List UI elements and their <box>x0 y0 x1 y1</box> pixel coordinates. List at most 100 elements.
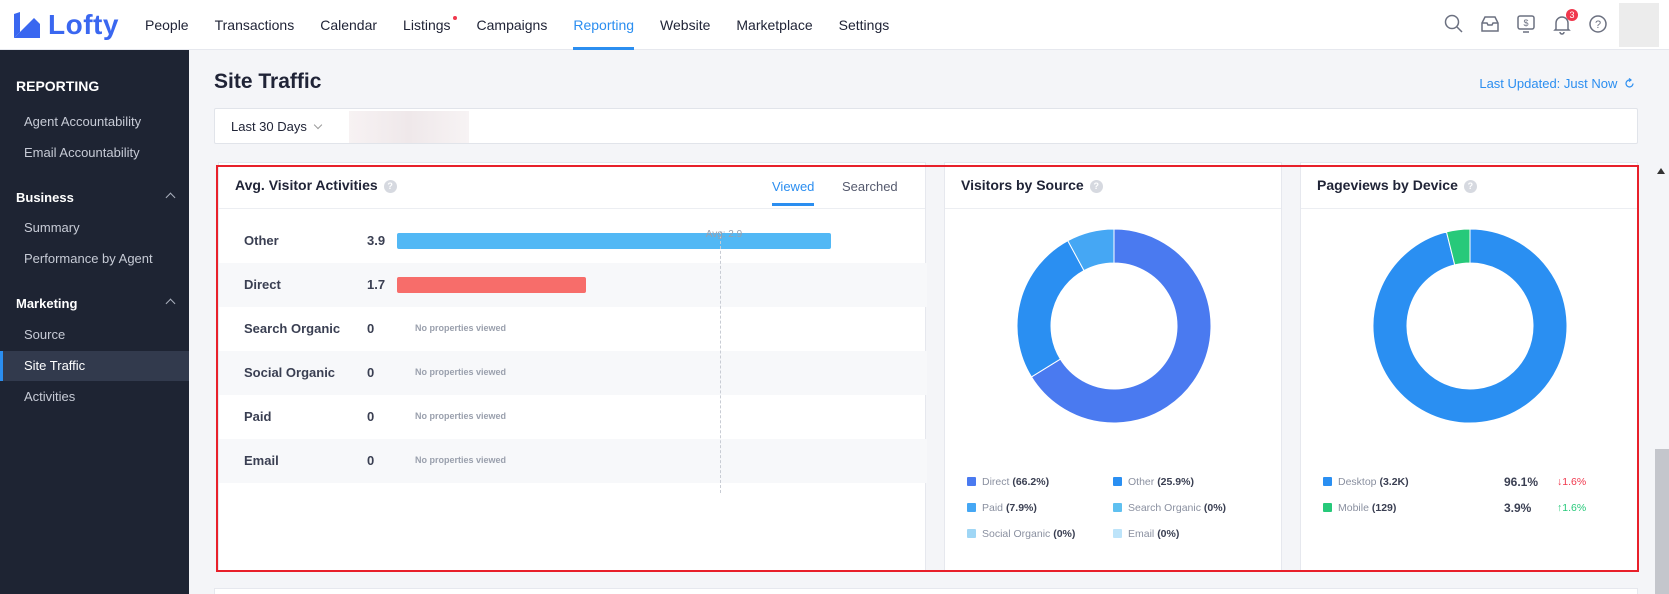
nav-item-settings[interactable]: Settings <box>839 0 890 50</box>
scroll-up-arrow-icon[interactable] <box>1657 168 1665 174</box>
legend-item[interactable]: Paid (7.9%) <box>967 502 1037 514</box>
device-change: ↑1.6% <box>1557 502 1586 514</box>
legend-item[interactable]: Direct (66.2%) <box>967 476 1049 488</box>
legend-name: Mobile <box>1338 502 1369 514</box>
last-updated[interactable]: Last Updated: Just Now <box>1479 76 1635 91</box>
help-icon[interactable]: ? <box>1463 180 1477 193</box>
nav-item-label: Website <box>660 17 711 33</box>
legend-swatch <box>967 529 976 538</box>
last-updated-text: Last Updated: Just Now <box>1479 76 1618 91</box>
nav-item-transactions[interactable]: Transactions <box>215 0 295 50</box>
nav-item-marketplace[interactable]: Marketplace <box>736 0 812 50</box>
lofty-logo[interactable]: Lofty <box>12 8 119 42</box>
sidebar-group-business[interactable]: Business <box>16 190 176 205</box>
legend-item[interactable]: Other (25.9%) <box>1113 476 1194 488</box>
legend-item[interactable]: Search Organic (0%) <box>1113 502 1226 514</box>
top-navigation-bar: Lofty People Transactions Calendar Listings… <box>0 0 1669 50</box>
legend-item[interactable]: Desktop (3.2K) <box>1323 476 1409 488</box>
nav-item-label: Transactions <box>214 17 295 33</box>
nav-item-campaigns[interactable]: Campaigns <box>477 0 548 50</box>
avatar[interactable] <box>1619 3 1659 47</box>
sidebar: REPORTING Agent Accountability Email Acc… <box>0 50 189 594</box>
agent-select[interactable] <box>349 111 469 143</box>
sidebar-item-performance-by-agent[interactable]: Performance by Agent <box>0 244 189 274</box>
chevron-down-icon <box>313 120 323 130</box>
card-title: Avg. Visitor Activities? <box>235 177 397 193</box>
card-title: Visitors by Source? <box>961 177 1103 193</box>
nav-item-calendar[interactable]: Calendar <box>320 0 377 50</box>
nav-item-label: Listings <box>403 17 451 33</box>
chevron-up-icon <box>165 192 176 203</box>
legend-count: (129) <box>1371 502 1397 514</box>
help-icon[interactable]: ? <box>1089 180 1103 193</box>
date-range-select[interactable]: Last 30 Days <box>231 119 323 134</box>
legend-percent: (25.9%) <box>1157 476 1194 488</box>
sidebar-item-summary[interactable]: Summary <box>0 213 189 243</box>
visitors-by-source-card: Visitors by Source? Direct (66.2%) Other … <box>944 162 1282 572</box>
date-range-value: Last 30 Days <box>231 119 307 134</box>
scroll-thumb[interactable] <box>1655 449 1669 594</box>
sidebar-item-source[interactable]: Source <box>0 320 189 350</box>
legend-item[interactable]: Mobile (129) <box>1323 502 1396 514</box>
main-nav: People Transactions Calendar Listings Campai… <box>145 0 915 50</box>
donut-slice[interactable] <box>1016 240 1085 378</box>
change-value: 1.6% <box>1562 502 1587 514</box>
legend-swatch <box>1113 503 1122 512</box>
nav-item-listings[interactable]: Listings <box>403 0 457 50</box>
sidebar-header: REPORTING <box>16 78 100 94</box>
sidebar-item-activities[interactable]: Activities <box>0 382 189 412</box>
row-value: 3.9 <box>367 233 386 248</box>
sidebar-item-email-accountability[interactable]: Email Accountability <box>0 138 189 168</box>
nav-item-reporting[interactable]: Reporting <box>573 0 634 50</box>
device-donut-chart <box>1372 228 1568 424</box>
activity-row: Direct 1.7 <box>219 263 927 307</box>
help-icon[interactable]: ? <box>383 180 397 193</box>
help-icon[interactable]: ? <box>1587 13 1609 35</box>
row-value: 0 <box>367 365 375 380</box>
nav-item-label: Campaigns <box>476 17 548 33</box>
search-icon[interactable] <box>1443 13 1465 35</box>
legend-name: Social Organic <box>982 528 1051 540</box>
legend-percent: (0%) <box>1203 502 1227 514</box>
average-label: Avg: 2.9 <box>705 229 743 240</box>
sidebar-item-site-traffic[interactable]: Site Traffic <box>0 351 189 381</box>
refresh-icon <box>1625 78 1634 88</box>
lofty-logo-icon <box>14 12 40 38</box>
legend-count: (3.2K) <box>1379 476 1409 488</box>
empty-row-text: No properties viewed <box>415 367 507 377</box>
legend-swatch <box>967 477 976 486</box>
inbox-icon[interactable] <box>1479 13 1501 35</box>
nav-item-website[interactable]: Website <box>660 0 710 50</box>
notification-button[interactable]: 3 <box>1551 9 1578 35</box>
nav-item-label: Reporting <box>573 17 635 33</box>
activity-bar[interactable] <box>397 277 587 293</box>
sidebar-group-marketing[interactable]: Marketing <box>16 296 176 311</box>
row-value: 0 <box>367 409 375 424</box>
sidebar-group-label: Business <box>16 190 74 205</box>
legend-item[interactable]: Email (0%) <box>1113 528 1179 540</box>
source-donut-chart <box>1016 228 1212 424</box>
tab-searched[interactable]: Searched <box>842 179 898 203</box>
top-icons: $ 3 ? <box>1443 9 1609 35</box>
nav-item-label: People <box>145 17 189 33</box>
chevron-up-icon <box>165 298 176 309</box>
change-value: 1.6% <box>1562 476 1587 488</box>
legend-item[interactable]: Social Organic (0%) <box>967 528 1075 540</box>
activity-row: Social Organic 0 No properties viewed <box>219 351 927 395</box>
row-label: Paid <box>244 409 272 424</box>
activity-bar[interactable] <box>397 233 831 249</box>
scrollbar[interactable] <box>1653 162 1669 594</box>
empty-row-text: No properties viewed <box>415 323 507 333</box>
nav-item-people[interactable]: People <box>145 0 189 50</box>
tab-viewed[interactable]: Viewed <box>772 179 815 206</box>
next-card-edge <box>214 588 1638 594</box>
legend-swatch <box>1113 477 1122 486</box>
sidebar-group-label: Marketing <box>16 296 78 311</box>
pageviews-by-device-card: Pageviews by Device? Desktop (3.2K) 96.1%… <box>1300 162 1638 572</box>
card-title-text: Pageviews by Device <box>1317 177 1458 193</box>
legend-percent: (7.9%) <box>1005 502 1037 514</box>
legend-percent: (66.2%) <box>1012 476 1050 488</box>
empty-row-text: No properties viewed <box>415 455 507 465</box>
sidebar-item-agent-accountability[interactable]: Agent Accountability <box>0 107 189 137</box>
dollar-screen-icon[interactable]: $ <box>1515 13 1537 35</box>
